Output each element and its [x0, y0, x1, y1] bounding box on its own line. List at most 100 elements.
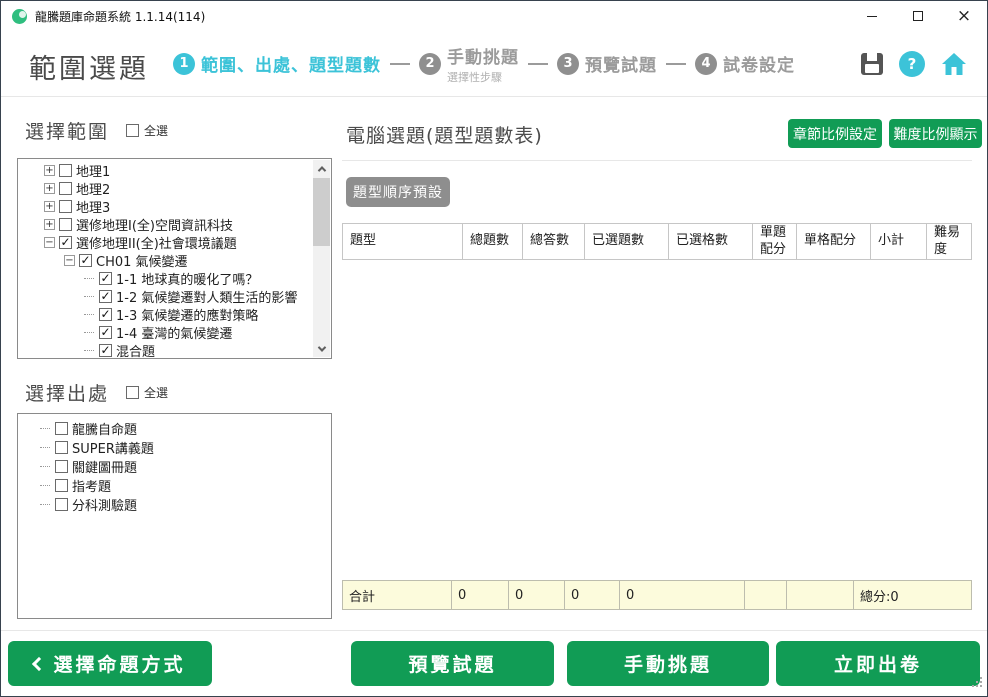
item-checkbox[interactable]	[55, 422, 68, 435]
expand-icon[interactable]: +	[44, 201, 55, 212]
step-indicator: 1範圍、出處、題型題數 2手動挑題選擇性步驟 3預覽試題 4試卷設定	[173, 31, 795, 96]
item-checkbox[interactable]: ✓	[59, 236, 72, 249]
item-label[interactable]: 地理2	[76, 179, 110, 198]
item-checkbox[interactable]	[59, 164, 72, 177]
source-section-header: 選擇出處 全選	[25, 379, 168, 406]
item-label[interactable]: 1-3 氣候變遷的應對策略	[116, 305, 258, 324]
tree-item: + 地理2	[18, 179, 331, 197]
item-label[interactable]: 地理3	[76, 197, 110, 216]
item-label[interactable]: 1-1 地球真的暖化了嗎？	[116, 269, 258, 288]
type-order-button[interactable]: 題型順序預設	[346, 177, 450, 207]
scope-select-all-label: 全選	[144, 122, 168, 139]
column-header: 單題配分	[753, 224, 797, 260]
difficulty-ratio-button[interactable]: 難度比例顯示	[889, 119, 982, 148]
item-label[interactable]: 選修地理I(全)空間資訊科技	[76, 215, 233, 234]
summary-value-cell: 0	[565, 581, 620, 610]
save-button[interactable]	[861, 53, 883, 75]
item-checkbox[interactable]	[59, 218, 72, 231]
item-checkbox[interactable]: ✓	[99, 290, 112, 303]
summary-value-cell: 0	[452, 581, 509, 610]
collapse-icon[interactable]: −	[44, 237, 55, 248]
step-separator	[390, 63, 410, 65]
back-button[interactable]: 選擇命題方式	[8, 641, 212, 686]
item-label[interactable]: SUPER講義題	[72, 438, 154, 457]
source-list: 龍騰自命題SUPER講義題關鍵圖冊題指考題分科測驗題	[18, 419, 331, 514]
tree-item: −✓ 選修地理II(全)社會環境議題	[18, 233, 331, 251]
scroll-down-button[interactable]	[313, 340, 330, 357]
item-label[interactable]: 混合題	[116, 341, 155, 360]
summary-value-cell: 0	[509, 581, 565, 610]
item-label[interactable]: 選修地理II(全)社會環境議題	[76, 233, 237, 252]
item-label[interactable]: 指考題	[72, 476, 111, 495]
computer-select-title: 電腦選題(題型題數表)	[346, 121, 543, 148]
column-header: 單格配分	[797, 224, 871, 260]
item-label[interactable]: 1-2 氣候變遷對人類生活的影響	[116, 287, 297, 306]
tree-item: 指考題	[18, 476, 331, 495]
expand-icon[interactable]: +	[44, 219, 55, 230]
scroll-up-button[interactable]	[313, 160, 330, 177]
item-checkbox[interactable]	[55, 441, 68, 454]
tree-connector	[84, 278, 94, 279]
app-window: 龍騰題庫命題系統 1.1.14(114) × 範圍選題 1範圍、出處、題型題數2…	[0, 0, 988, 697]
generate-exam-button[interactable]: 立即出卷	[776, 641, 980, 686]
home-button[interactable]	[941, 52, 967, 76]
scrollbar-thumb[interactable]	[313, 178, 330, 246]
tree-item: ✓ 1-4 臺灣的氣候變遷	[18, 323, 331, 341]
app-logo-icon	[12, 9, 27, 24]
expand-icon[interactable]: +	[44, 165, 55, 176]
close-icon: ×	[957, 8, 971, 25]
minimize-button[interactable]	[849, 1, 895, 31]
tree-item: 分科測驗題	[18, 495, 331, 514]
item-checkbox[interactable]	[59, 182, 72, 195]
item-checkbox[interactable]: ✓	[79, 254, 92, 267]
item-checkbox[interactable]: ✓	[99, 326, 112, 339]
item-checkbox[interactable]	[55, 460, 68, 473]
scope-tree-scrollbar[interactable]	[313, 160, 330, 357]
resize-grip[interactable]	[972, 677, 982, 687]
item-label[interactable]: 龍騰自命題	[72, 419, 137, 438]
tree-item: ✓ 1-3 氣候變遷的應對策略	[18, 305, 331, 323]
page-header: 範圍選題 1範圍、出處、題型題數2手動挑題選擇性步驟3預覽試題4試卷設定 ?	[1, 31, 987, 96]
step-separator	[666, 63, 686, 65]
item-checkbox[interactable]: ✓	[99, 344, 112, 357]
source-title: 選擇出處	[25, 379, 109, 406]
step-number: 3	[557, 53, 579, 75]
help-button[interactable]: ?	[899, 51, 925, 77]
item-checkbox[interactable]: ✓	[99, 308, 112, 321]
close-button[interactable]: ×	[941, 1, 987, 31]
expand-icon[interactable]: +	[44, 183, 55, 194]
maximize-button[interactable]	[895, 1, 941, 31]
item-checkbox[interactable]	[55, 479, 68, 492]
item-checkbox[interactable]	[59, 200, 72, 213]
item-label[interactable]: 1-4 臺灣的氣候變遷	[116, 323, 232, 342]
item-checkbox[interactable]	[55, 498, 68, 511]
item-label[interactable]: 分科測驗題	[72, 495, 137, 514]
window-title: 龍騰題庫命題系統 1.1.14(114)	[35, 8, 205, 25]
header-icons: ?	[861, 31, 967, 96]
tree-connector	[84, 332, 94, 333]
item-checkbox[interactable]: ✓	[99, 272, 112, 285]
step-2[interactable]: 2手動挑題選擇性步驟	[419, 43, 519, 85]
step-3[interactable]: 3預覽試題	[557, 51, 657, 76]
collapse-icon[interactable]: −	[64, 255, 75, 266]
step-label-group: 試卷設定	[723, 51, 795, 76]
header-divider	[1, 96, 987, 97]
tree-connector	[84, 350, 94, 351]
summary-value-cell	[745, 581, 787, 610]
tree-item: 龍騰自命題	[18, 419, 331, 438]
step-1[interactable]: 1範圍、出處、題型題數	[173, 51, 381, 76]
tree-connector	[40, 447, 50, 448]
step-4[interactable]: 4試卷設定	[695, 51, 795, 76]
manual-pick-button[interactable]: 手動挑題	[567, 641, 769, 686]
item-label[interactable]: 關鍵圖冊題	[72, 457, 137, 476]
source-select-all-checkbox[interactable]	[126, 386, 139, 399]
chevron-up-icon	[317, 166, 325, 174]
summary-value-cell	[787, 581, 854, 610]
chapter-ratio-button[interactable]: 章節比例設定	[788, 119, 882, 148]
item-label[interactable]: 地理1	[76, 161, 110, 180]
item-label[interactable]: CH01 氣候變遷	[96, 251, 188, 270]
scope-select-all-checkbox[interactable]	[126, 124, 139, 137]
preview-questions-button[interactable]: 預覽試題	[351, 641, 554, 686]
scope-title: 選擇範圍	[25, 117, 109, 144]
step-label: 手動挑題	[447, 43, 519, 68]
